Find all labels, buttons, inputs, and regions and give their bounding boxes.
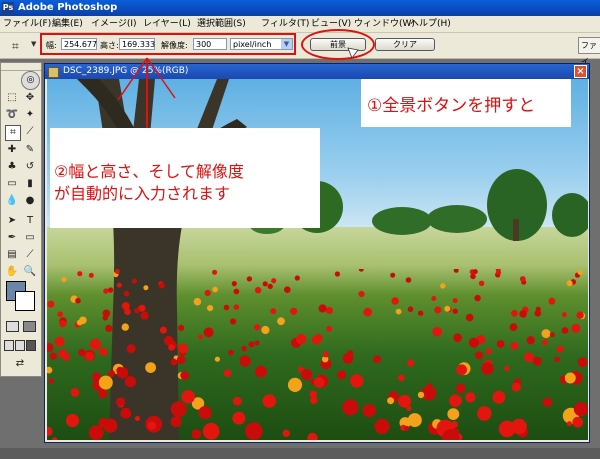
background-color-swatch[interactable] [15,291,35,311]
callout-step1: ①全景ボタンを押すと [361,79,571,127]
healing-tool-icon[interactable]: ✚ [5,143,19,157]
hand-tool-icon[interactable]: ✋ [5,265,19,279]
document-icon [48,67,59,78]
shape-tool-icon[interactable]: ▭ [23,231,37,245]
toolbox-header [1,63,41,71]
status-strip [0,448,600,459]
menu-edit[interactable]: 編集(E) [52,16,83,32]
blur-tool-icon[interactable]: 💧 [5,194,19,208]
magic-wand-tool-icon[interactable]: ✦ [23,108,37,122]
callout-step2-line2: が自動的に入力されます [54,184,231,203]
standard-mode-icon[interactable] [6,321,19,332]
red-poppy-field [47,269,588,440]
menu-select[interactable]: 選択範囲(S) [197,16,246,32]
clear-button[interactable]: クリア [375,38,435,51]
notes-tool-icon[interactable]: ▤ [5,248,19,262]
menu-file[interactable]: ファイル(F) [3,16,51,32]
move-tool-icon[interactable]: ✥ [23,91,37,105]
document-title: DSC_2389.JPG @ 25%(RGB) [63,66,189,76]
screen-mode-full-menu-icon[interactable] [15,340,25,351]
pen-tool-icon[interactable]: ✒ [5,231,19,245]
image-canvas[interactable]: ①全景ボタンを押すと ②幅と高さ、そして解像度 が自動的に入力されます [47,79,588,440]
document-title-bar[interactable]: DSC_2389.JPG @ 25%(RGB) [45,64,589,79]
menu-layer[interactable]: レイヤー(L) [143,16,191,32]
gradient-tool-icon[interactable]: ▮ [23,177,37,191]
screen-mode-standard-icon[interactable] [4,340,14,351]
history-brush-tool-icon[interactable]: ↺ [23,160,37,174]
menu-filter[interactable]: フィルタ(T) [261,16,309,32]
menu-help[interactable]: ヘルプ(H) [410,16,451,32]
app-title-bar: Ps Adobe Photoshop [0,0,600,16]
callout-step2-line1: ②幅と高さ、そして解像度 [54,162,244,181]
crop-tool-icon[interactable]: ⌗ [12,39,19,54]
eye-icon[interactable]: ◎ [21,71,40,90]
eraser-tool-icon[interactable]: ▭ [5,177,19,191]
photoshop-app-icon: Ps [2,2,14,14]
brush-tool-icon[interactable]: ✎ [23,143,37,157]
eyedropper-tool-icon[interactable]: ⟋ [23,248,37,262]
crop-tool-icon-selected[interactable]: ⌗ [5,125,21,141]
callout-step1-text: ①全景ボタンを押すと [367,96,536,116]
toolbox-panel: ◎ ⬚ ✥ ➰ ✦ ⌗ ⟋ ✚ ✎ ♣ ↺ ▭ ▮ 💧 ● ➤ T ✒ ▭ ▤ … [0,62,42,377]
menu-window[interactable]: ウィンドウ(W) [354,16,415,32]
jump-to-imageready-icon[interactable]: ⇄ [5,357,35,371]
close-icon[interactable]: × [574,65,587,78]
annotation-fields-highlight [40,33,296,55]
quick-mask-mode-icon[interactable] [23,321,36,332]
marquee-tool-icon[interactable]: ⬚ [5,91,19,105]
tool-preset-chevron-down-icon[interactable]: ▼ [31,40,36,48]
annotation-button-highlight [301,29,375,60]
lasso-tool-icon[interactable]: ➰ [5,108,19,122]
app-title: Adobe Photoshop [18,2,118,13]
file-browser-tab[interactable]: ファイ [578,37,600,66]
zoom-tool-icon[interactable]: 🔍 [23,265,37,279]
stamp-tool-icon[interactable]: ♣ [5,160,19,174]
menu-image[interactable]: イメージ(I) [91,16,137,32]
type-tool-icon[interactable]: T [23,214,37,228]
screen-mode-full-icon[interactable] [26,340,36,351]
callout-step2: ②幅と高さ、そして解像度 が自動的に入力されます [50,128,320,228]
dodge-tool-icon[interactable]: ● [23,194,37,208]
slice-tool-icon[interactable]: ⟋ [23,125,37,139]
path-selection-tool-icon[interactable]: ➤ [5,214,19,228]
menu-bar: ファイル(F) 編集(E) イメージ(I) レイヤー(L) 選択範囲(S) フィ… [0,16,600,33]
